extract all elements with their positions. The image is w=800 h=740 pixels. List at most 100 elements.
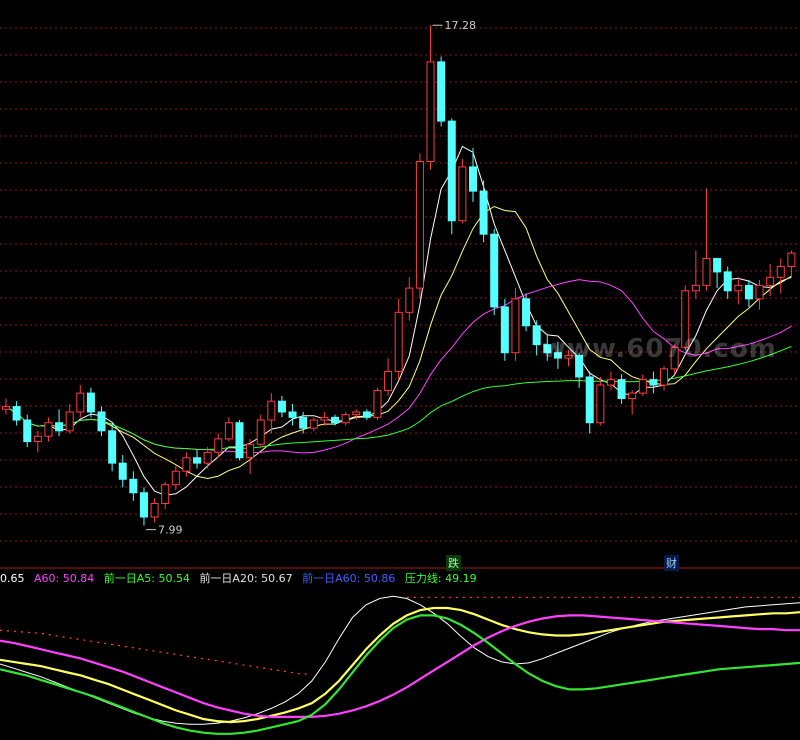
- stock-chart: 17.28 7.99: [0, 19, 800, 735]
- candle: [288, 403, 297, 426]
- candle-body: [331, 416, 340, 424]
- candle-body: [214, 438, 223, 453]
- candle: [596, 376, 605, 426]
- candle: [585, 371, 594, 434]
- candle: [320, 411, 329, 426]
- candle: [755, 280, 764, 310]
- candle: [150, 498, 159, 523]
- candle-body: [638, 379, 647, 394]
- candle-body: [596, 384, 605, 424]
- candle: [267, 393, 276, 434]
- candle: [182, 452, 191, 477]
- candle: [373, 387, 382, 421]
- candle: [447, 118, 456, 235]
- candle-body: [511, 298, 520, 354]
- candle-body: [118, 462, 127, 480]
- candle-body: [299, 416, 308, 429]
- candle: [522, 293, 531, 332]
- candle: [12, 401, 21, 426]
- candle: [660, 366, 669, 391]
- candle-body: [787, 252, 796, 268]
- candle-body: [86, 392, 95, 413]
- candle: [702, 188, 711, 291]
- candle-body: [65, 411, 74, 432]
- candle: [161, 481, 170, 509]
- candle: [23, 414, 32, 447]
- candle: [734, 277, 743, 305]
- candle-body: [649, 379, 658, 386]
- candle-body: [766, 276, 775, 286]
- candle-body: [660, 368, 669, 386]
- candle: [713, 257, 722, 289]
- candle-body: [734, 284, 743, 292]
- candle: [65, 403, 74, 434]
- candle-body: [2, 406, 10, 410]
- price-annotation: 17.28: [445, 19, 477, 32]
- marker-die: 跌: [446, 555, 461, 571]
- candle-body: [288, 411, 297, 418]
- candle: [235, 420, 244, 461]
- oscillator-series: [0, 614, 800, 735]
- candle: [437, 56, 446, 127]
- candle-body: [585, 376, 594, 424]
- candle-body: [235, 422, 244, 459]
- candle: [500, 298, 509, 361]
- candle-body: [394, 311, 403, 373]
- candle: [691, 250, 700, 299]
- candle-body: [76, 392, 85, 413]
- legend-prev-a20: 前一日A20: 50.67: [199, 572, 293, 585]
- candle-body: [224, 422, 233, 440]
- candle-body: [44, 422, 53, 437]
- candle-body: [606, 379, 615, 386]
- candle: [224, 417, 233, 442]
- candle-body: [267, 400, 276, 421]
- candle-body: [139, 492, 148, 518]
- candle: [511, 288, 520, 361]
- watermark: www.6070.com: [542, 334, 777, 364]
- oscillator-series: [0, 595, 800, 725]
- candle: [458, 158, 467, 224]
- candle: [776, 258, 785, 294]
- candle: [277, 395, 286, 418]
- candle: [33, 430, 42, 453]
- candle: [787, 250, 796, 278]
- candle-body: [161, 484, 170, 505]
- candle-body: [500, 306, 509, 354]
- legend-prev-a60: 前一日A60: 50.86: [302, 572, 396, 585]
- candle: [415, 153, 424, 299]
- candle-body: [755, 284, 764, 300]
- candle-body: [405, 287, 414, 313]
- candle-body: [320, 416, 329, 421]
- candle-body: [479, 190, 488, 235]
- oscillator-series: [0, 614, 800, 719]
- candle: [55, 409, 64, 437]
- candle-body: [458, 166, 467, 222]
- candle: [744, 280, 753, 307]
- candle-body: [776, 266, 785, 278]
- candle: [426, 25, 435, 170]
- candle: [193, 449, 202, 469]
- candle-body: [171, 470, 180, 486]
- candle-body: [744, 284, 753, 300]
- candle-body: [447, 120, 456, 222]
- candle-body: [628, 392, 637, 399]
- legend-a20-value: 0.65: [0, 572, 25, 585]
- candle: [256, 414, 265, 447]
- legend-a60: A60: 50.84: [34, 572, 95, 585]
- candle: [139, 487, 148, 526]
- price-annotation: 7.99: [158, 524, 183, 537]
- candle-body: [33, 435, 42, 443]
- candle: [2, 398, 10, 415]
- candlesticks: [2, 25, 796, 526]
- candle-body: [277, 400, 286, 413]
- candle-body: [426, 61, 435, 163]
- candle: [362, 409, 371, 421]
- candle-body: [384, 371, 393, 391]
- candle-body: [713, 257, 722, 273]
- marker-cai: 财: [664, 555, 679, 571]
- candle-body: [352, 411, 361, 416]
- candle-body: [490, 233, 499, 308]
- candle: [468, 148, 477, 202]
- candle-body: [617, 379, 626, 399]
- candle: [405, 277, 414, 321]
